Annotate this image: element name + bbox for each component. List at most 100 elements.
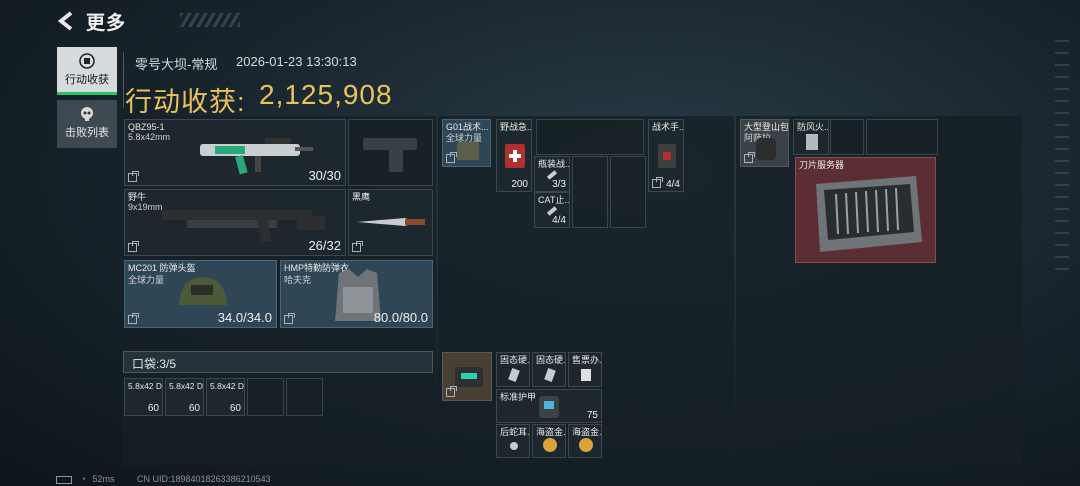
ssd-icon xyxy=(508,367,520,383)
skull-icon xyxy=(81,107,93,121)
cat-slot[interactable]: CAT止... 4/4 xyxy=(534,192,570,228)
safebox-item[interactable]: 海盗金... xyxy=(568,424,602,458)
rifle-name: QBZ95-1 xyxy=(128,122,165,132)
server-slot[interactable]: 刀片服务器 xyxy=(795,157,936,263)
lock-icon xyxy=(128,241,139,252)
map-name: 零号大坝-常规 xyxy=(135,57,218,72)
rifle-ammo: 30/30 xyxy=(308,168,341,183)
safebox-item[interactable]: 后蛇耳... xyxy=(496,424,530,458)
backpack-icon xyxy=(756,138,776,160)
harvest-value: 2,125,908 xyxy=(259,79,393,110)
lock-icon xyxy=(652,177,663,188)
status-bar: ◔ 52ms CN UID:18984018263386210543 xyxy=(56,474,271,484)
divider xyxy=(123,52,124,108)
smg-icon xyxy=(162,210,325,243)
back-button[interactable] xyxy=(56,10,78,32)
armor-plate-icon xyxy=(539,396,559,418)
ssd-icon xyxy=(544,367,556,383)
lock-icon xyxy=(352,241,363,252)
pistol-icon xyxy=(363,138,417,172)
armor-brand: 哈夫克 xyxy=(284,275,312,285)
pocket-item[interactable]: 5.8x42 DBP87 60 xyxy=(165,378,204,416)
server-icon xyxy=(816,176,922,252)
pocket-item-name: 5.8x42 DBP87 xyxy=(128,381,163,391)
cat-name: CAT止... xyxy=(538,195,570,205)
helmet-brand: 全球力量 xyxy=(128,275,165,285)
pocket-item[interactable]: 5.8x42 DBP87 60 xyxy=(206,378,245,416)
safebox-item-name: 后蛇耳... xyxy=(500,427,530,437)
safebox-item-name: 固态硬... xyxy=(536,355,566,365)
rig-empty-slot[interactable] xyxy=(610,156,646,228)
melee-slot[interactable]: 黑鹰 xyxy=(348,189,433,256)
gold-coin-icon xyxy=(579,438,593,452)
safebox-item-name: 固态硬... xyxy=(500,355,530,365)
tactical-name: 战术手... xyxy=(652,122,684,132)
safebox-item-name: 售票办... xyxy=(572,355,602,365)
side-decoration xyxy=(1055,30,1069,270)
lock-icon xyxy=(284,313,295,324)
pocket-item-count: 60 xyxy=(188,403,200,414)
vest-icon xyxy=(457,142,479,160)
safebox-item[interactable]: 固态硬... xyxy=(496,352,530,387)
tactical-count: 4/4 xyxy=(666,179,680,190)
armor-durability: 80.0/80.0 xyxy=(373,310,428,325)
helmet-durability: 34.0/34.0 xyxy=(217,310,272,325)
armor-slot[interactable]: HMP特勤防弹衣 哈夫克 80.0/80.0 xyxy=(280,260,433,328)
lock-icon xyxy=(446,386,457,397)
pocket-item-name: 5.8x42 DBP87 xyxy=(169,381,204,391)
safebox-item-name: 海盗金... xyxy=(536,427,566,437)
gold-coin-icon xyxy=(543,438,557,452)
tab-kill-list[interactable]: 击败列表 xyxy=(57,100,117,148)
tactical-icon xyxy=(658,144,676,168)
safebox-item[interactable]: 标准护甲 75 xyxy=(496,389,602,423)
rig-empty-slot[interactable] xyxy=(572,156,608,228)
pocket-item[interactable]: 5.8x42 DBP87 60 xyxy=(124,378,163,416)
smg-slot[interactable]: 野牛 9x19mm 26/32 xyxy=(124,189,346,256)
backpack-slot[interactable]: 大型登山包 阿萨拉 xyxy=(740,119,789,167)
safebox-slot[interactable] xyxy=(442,352,492,401)
tab-harvest[interactable]: 行动收获 xyxy=(57,47,117,95)
pocket-header: 口袋:3/5 xyxy=(123,351,433,373)
tab-harvest-label: 行动收获 xyxy=(65,74,109,86)
pocket-item-name: 5.8x42 DBP87 xyxy=(210,381,245,391)
backpack-empty-slot[interactable] xyxy=(830,119,864,155)
pocket-empty-slot[interactable] xyxy=(247,378,284,416)
knife-icon xyxy=(357,218,425,226)
spray-count: 3/3 xyxy=(552,179,566,190)
match-datetime: 2026-01-23 13:30:13 xyxy=(236,54,357,69)
battery-icon xyxy=(56,475,72,484)
lock-icon xyxy=(744,152,755,163)
rifle-caliber: 5.8x42mm xyxy=(128,132,171,142)
lock-icon xyxy=(128,171,139,182)
tab-kill-list-label: 击败列表 xyxy=(65,127,109,139)
smg-ammo: 26/32 xyxy=(308,238,341,253)
helmet-slot[interactable]: MC201 防弹头盔 全球力量 34.0/34.0 xyxy=(124,260,277,328)
pistol-slot[interactable] xyxy=(348,119,433,186)
safebox-icon xyxy=(455,367,483,387)
harvest-label: 行动收获: xyxy=(125,87,246,117)
server-name: 刀片服务器 xyxy=(799,160,845,170)
ping-value: 52ms xyxy=(92,474,115,484)
lighter-slot[interactable]: 防风火... xyxy=(793,119,829,155)
smg-name: 野牛 xyxy=(128,192,147,202)
spray-name: 瓶装战... xyxy=(538,159,570,169)
safebox-item[interactable]: 海盗金... xyxy=(532,424,566,458)
lock-icon xyxy=(128,313,139,324)
safebox-item[interactable]: 售票办... xyxy=(568,352,602,387)
medkit-count: 200 xyxy=(511,179,528,190)
melee-name: 黑鹰 xyxy=(352,192,371,202)
safebox-item-count: 75 xyxy=(586,410,598,421)
chest-rig-slot[interactable]: G01战术... 全球力量 xyxy=(442,119,491,167)
pocket-empty-slot[interactable] xyxy=(286,378,323,416)
safebox-item[interactable]: 固态硬... xyxy=(532,352,566,387)
rig-empty-slot[interactable] xyxy=(536,119,644,155)
medkit-name: 野战急... xyxy=(500,122,532,132)
backpack-empty-slot[interactable] xyxy=(866,119,938,155)
medkit-slot[interactable]: 野战急... 200 xyxy=(496,119,532,192)
safebox-item-name: 海盗金... xyxy=(572,427,602,437)
rifle-slot[interactable]: QBZ95-1 5.8x42mm 30/30 xyxy=(124,119,346,186)
cat-count: 4/4 xyxy=(552,215,566,226)
ticket-icon xyxy=(581,369,591,381)
spray-slot[interactable]: 瓶装战... 3/3 xyxy=(534,156,570,192)
tactical-slot[interactable]: 战术手... 4/4 xyxy=(648,119,684,192)
